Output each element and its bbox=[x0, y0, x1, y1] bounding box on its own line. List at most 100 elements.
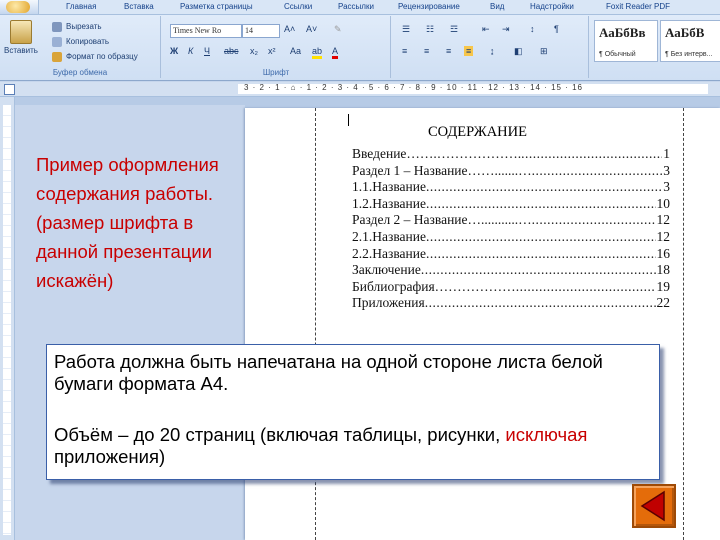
decrease-indent-icon[interactable]: ⇤ bbox=[482, 24, 490, 35]
style-normal[interactable]: АаБбВв ¶ Обычный bbox=[594, 20, 658, 62]
toc-item-page: 18 bbox=[656, 262, 671, 278]
justify-icon[interactable]: ≡ bbox=[464, 46, 474, 56]
toc-leader bbox=[521, 146, 662, 162]
style-no-spacing-sample: АаБбВ bbox=[665, 25, 705, 40]
underline-icon[interactable]: Ч bbox=[204, 46, 210, 56]
clipboard-icon[interactable] bbox=[10, 20, 32, 44]
vertical-ruler-track bbox=[3, 105, 11, 535]
clipboard-group: Вставить Вырезать Копировать Формат по о… bbox=[0, 16, 161, 78]
toc-item: 2.2.Название 16 bbox=[352, 246, 670, 263]
superscript-icon[interactable]: x² bbox=[268, 46, 276, 56]
requirement-volume-part1: Объём – до 20 страниц (включая таблицы, … bbox=[54, 424, 506, 445]
increase-indent-icon[interactable]: ⇥ bbox=[502, 24, 510, 35]
tab-review[interactable]: Рецензирование bbox=[398, 0, 460, 14]
font-name-combo[interactable]: Times New Ro bbox=[170, 24, 242, 38]
toc-item-page: 22 bbox=[656, 295, 671, 311]
copy-icon bbox=[52, 37, 62, 47]
bullets-icon[interactable]: ☰ bbox=[402, 24, 410, 35]
align-right-icon[interactable]: ≡ bbox=[446, 46, 451, 56]
italic-icon[interactable]: К bbox=[188, 46, 193, 56]
toc-item-page: 10 bbox=[656, 195, 671, 211]
style-no-spacing[interactable]: АаБбВ ¶ Без интерв... bbox=[660, 20, 720, 62]
toc-leader bbox=[532, 212, 656, 228]
tab-references[interactable]: Ссылки bbox=[284, 0, 312, 14]
format-painter-button[interactable]: Формат по образцу bbox=[66, 52, 138, 61]
font-color-icon[interactable]: A bbox=[332, 46, 339, 59]
requirement-volume: Объём – до 20 страниц (включая таблицы, … bbox=[54, 424, 644, 468]
text-cursor bbox=[348, 114, 349, 126]
strikethrough-icon[interactable]: abc bbox=[224, 46, 239, 56]
font-size-combo[interactable]: 14 bbox=[242, 24, 280, 38]
office-logo-icon[interactable] bbox=[0, 0, 39, 14]
toc-leader bbox=[421, 262, 656, 278]
toc-item: 1.2.Название 10 bbox=[352, 196, 670, 213]
toc-item-page: 3 bbox=[663, 162, 670, 178]
toc-leader bbox=[426, 229, 656, 245]
toc-item: Заключение 18 bbox=[352, 262, 670, 279]
toc-item-text: Заключение bbox=[352, 262, 421, 278]
toc-item: Введение…….………………. 1 bbox=[352, 146, 670, 163]
ribbon: Главная Вставка Разметка страницы Ссылки… bbox=[0, 0, 720, 81]
ribbon-tabs: Главная Вставка Разметка страницы Ссылки… bbox=[0, 0, 720, 15]
shading-icon[interactable]: ◧ bbox=[514, 46, 523, 57]
requirement-volume-highlight: исключая bbox=[505, 424, 588, 445]
previous-slide-button[interactable] bbox=[632, 484, 676, 528]
toc-item-page: 19 bbox=[656, 278, 671, 294]
subscript-icon[interactable]: x₂ bbox=[250, 46, 258, 56]
right-margin-guide bbox=[683, 108, 684, 540]
toc-title: СОДЕРЖАНИЕ bbox=[428, 124, 527, 140]
tab-foxit[interactable]: Foxit Reader PDF bbox=[606, 0, 670, 14]
bold-icon[interactable]: Ж bbox=[170, 46, 178, 56]
tab-page-layout[interactable]: Разметка страницы bbox=[180, 0, 253, 14]
toc-leader bbox=[516, 279, 656, 295]
line-spacing-icon[interactable]: ↨ bbox=[490, 46, 495, 56]
horizontal-ruler[interactable]: 3 · 2 · 1 · ⌂ · 1 · 2 · 3 · 4 · 5 · 6 · … bbox=[0, 82, 720, 97]
toc-leader bbox=[425, 295, 656, 311]
grow-font-icon[interactable]: A˄ bbox=[284, 24, 295, 34]
toc-item-page: 1 bbox=[663, 146, 670, 161]
shrink-font-icon[interactable]: A˅ bbox=[306, 24, 317, 34]
pilcrow-icon[interactable]: ¶ bbox=[554, 24, 559, 34]
align-left-icon[interactable]: ≡ bbox=[402, 46, 407, 56]
multilevel-icon[interactable]: ☲ bbox=[450, 24, 458, 35]
paste-button[interactable]: Вставить bbox=[4, 46, 38, 55]
toc-item-text: Раздел 2 – Название…...........… bbox=[352, 212, 532, 228]
toc-leader bbox=[426, 196, 656, 212]
vertical-ruler[interactable] bbox=[0, 97, 15, 540]
ruler-numbers: 3 · 2 · 1 · ⌂ · 1 · 2 · 3 · 4 · 5 · 6 · … bbox=[244, 83, 583, 92]
change-case-icon[interactable]: Aa bbox=[290, 46, 301, 56]
tab-insert[interactable]: Вставка bbox=[124, 0, 154, 14]
toc-item-text: 1.2.Название bbox=[352, 195, 426, 211]
font-group: Times New Ro 14 A˄ A˅ ✎ Ж К Ч abc x₂ x² … bbox=[162, 16, 391, 78]
toc-item-text: Библиография……………… bbox=[352, 278, 516, 294]
toc-item-text: Введение…….………………. bbox=[352, 146, 522, 161]
numbering-icon[interactable]: ☷ bbox=[426, 24, 434, 35]
toc-item: 1.1.Название 3 bbox=[352, 179, 670, 196]
toc-leader bbox=[426, 246, 656, 262]
highlight-icon[interactable]: ab bbox=[312, 46, 323, 59]
tab-addins[interactable]: Надстройки bbox=[530, 0, 574, 14]
toc-leader bbox=[426, 179, 662, 195]
tab-view[interactable]: Вид bbox=[490, 0, 504, 14]
tab-mailings[interactable]: Рассылки bbox=[338, 0, 374, 14]
copy-button[interactable]: Копировать bbox=[66, 37, 109, 46]
toc-item-page: 16 bbox=[656, 245, 671, 261]
style-no-spacing-name: ¶ Без интерв... bbox=[665, 51, 713, 58]
toc-item-page: 3 bbox=[663, 179, 670, 195]
toc-item: Библиография……………… 19 bbox=[352, 279, 670, 296]
toc-item: Раздел 1 – Название…….......… 3 bbox=[352, 163, 670, 180]
style-normal-sample: АаБбВв bbox=[599, 25, 646, 40]
requirement-volume-part2: приложения) bbox=[54, 446, 166, 467]
toc-item-text: 2.2.Название bbox=[352, 245, 426, 261]
cut-button[interactable]: Вырезать bbox=[66, 22, 102, 31]
requirement-paper: Работа должна быть напечатана на одной с… bbox=[54, 351, 603, 394]
toc-list: Введение…….………………. 1 Раздел 1 – Название…… bbox=[352, 146, 670, 312]
tab-selector-icon[interactable] bbox=[4, 84, 15, 95]
align-center-icon[interactable]: ≡ bbox=[424, 46, 429, 56]
sort-icon[interactable]: ↕ bbox=[530, 24, 535, 34]
clear-format-icon[interactable]: ✎ bbox=[334, 24, 342, 35]
tab-home[interactable]: Главная bbox=[66, 0, 96, 14]
borders-icon[interactable]: ⊞ bbox=[540, 46, 548, 57]
toc-leader bbox=[532, 163, 663, 179]
toc-item: Приложения 22 bbox=[352, 295, 670, 312]
